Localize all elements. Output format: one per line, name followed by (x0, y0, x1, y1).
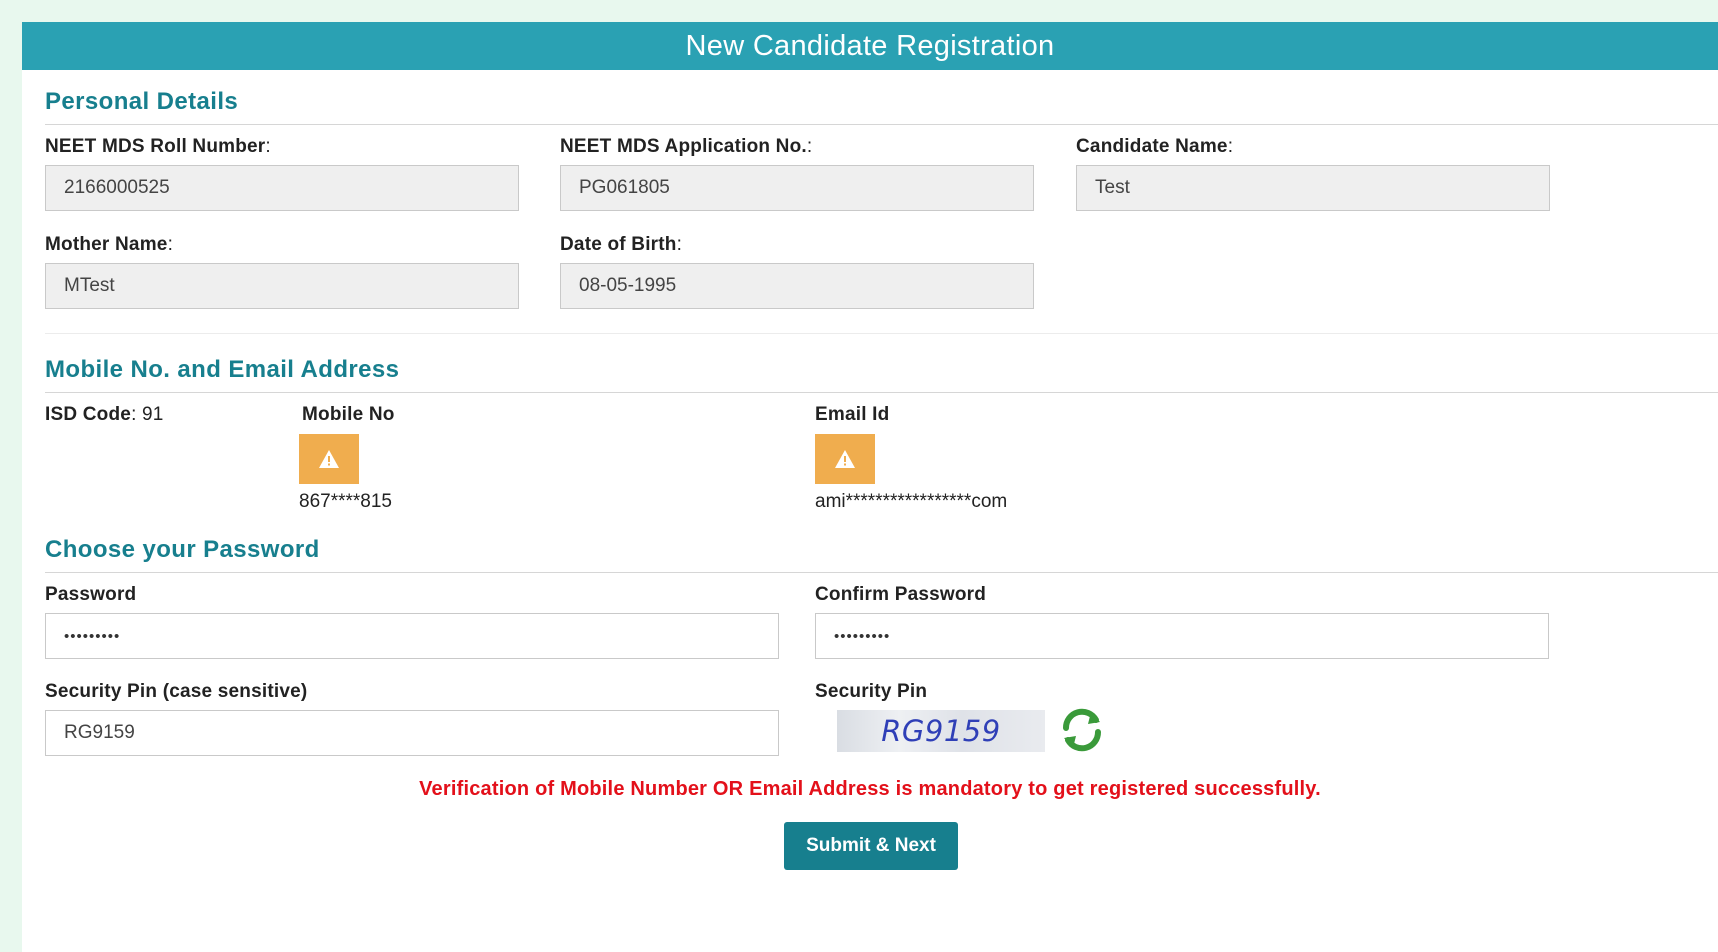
registration-form: New Candidate Registration Personal Deta… (22, 22, 1718, 952)
personal-details-heading: Personal Details (45, 88, 239, 115)
personal-divider (45, 124, 1718, 125)
password-label: Password (45, 584, 137, 605)
confirm-password-label: Confirm Password (815, 584, 987, 605)
warning-triangle-icon (835, 450, 855, 468)
mother-name-label: Mother Name: (45, 234, 174, 255)
security-pin-label: Security Pin (815, 681, 928, 702)
isd-code-label: ISD Code: 91 (45, 404, 164, 425)
candidate-name-field[interactable] (1076, 165, 1550, 211)
form-title: New Candidate Registration (685, 29, 1055, 62)
roll-number-label: NEET MDS Roll Number: (45, 136, 271, 157)
verification-notice: Verification of Mobile Number OR Email A… (419, 778, 1321, 800)
mobile-verify-button[interactable] (299, 434, 359, 484)
isd-code-value: : 91 (131, 404, 164, 425)
email-verify-button[interactable] (815, 434, 875, 484)
mobile-label: Mobile No (302, 404, 395, 425)
form-title-bar: New Candidate Registration (22, 22, 1718, 70)
refresh-icon[interactable] (1058, 706, 1106, 754)
application-number-label: NEET MDS Application No.: (560, 136, 813, 157)
mother-name-field[interactable] (45, 263, 519, 309)
candidate-name-label: Candidate Name: (1076, 136, 1234, 157)
date-of-birth-label: Date of Birth: (560, 234, 683, 255)
date-of-birth-field[interactable] (560, 263, 1034, 309)
roll-number-field[interactable] (45, 165, 519, 211)
captcha-text: RG9159 (881, 714, 1001, 748)
personal-bottom-divider (45, 333, 1718, 334)
captcha-image: RG9159 (837, 710, 1045, 752)
contact-divider (45, 392, 1718, 393)
password-heading: Choose your Password (45, 536, 320, 563)
mobile-masked-value: 867****815 (299, 491, 392, 512)
email-label: Email Id (815, 404, 890, 425)
email-masked-value: ami*****************com (815, 491, 1008, 512)
security-pin-input-label: Security Pin (case sensitive) (45, 681, 308, 702)
contact-heading: Mobile No. and Email Address (45, 356, 400, 383)
warning-triangle-icon (319, 450, 339, 468)
password-divider (45, 572, 1718, 573)
password-field[interactable] (45, 613, 779, 659)
security-pin-field[interactable] (45, 710, 779, 756)
confirm-password-field[interactable] (815, 613, 1549, 659)
application-number-field[interactable] (560, 165, 1034, 211)
submit-next-button[interactable]: Submit & Next (784, 822, 958, 870)
